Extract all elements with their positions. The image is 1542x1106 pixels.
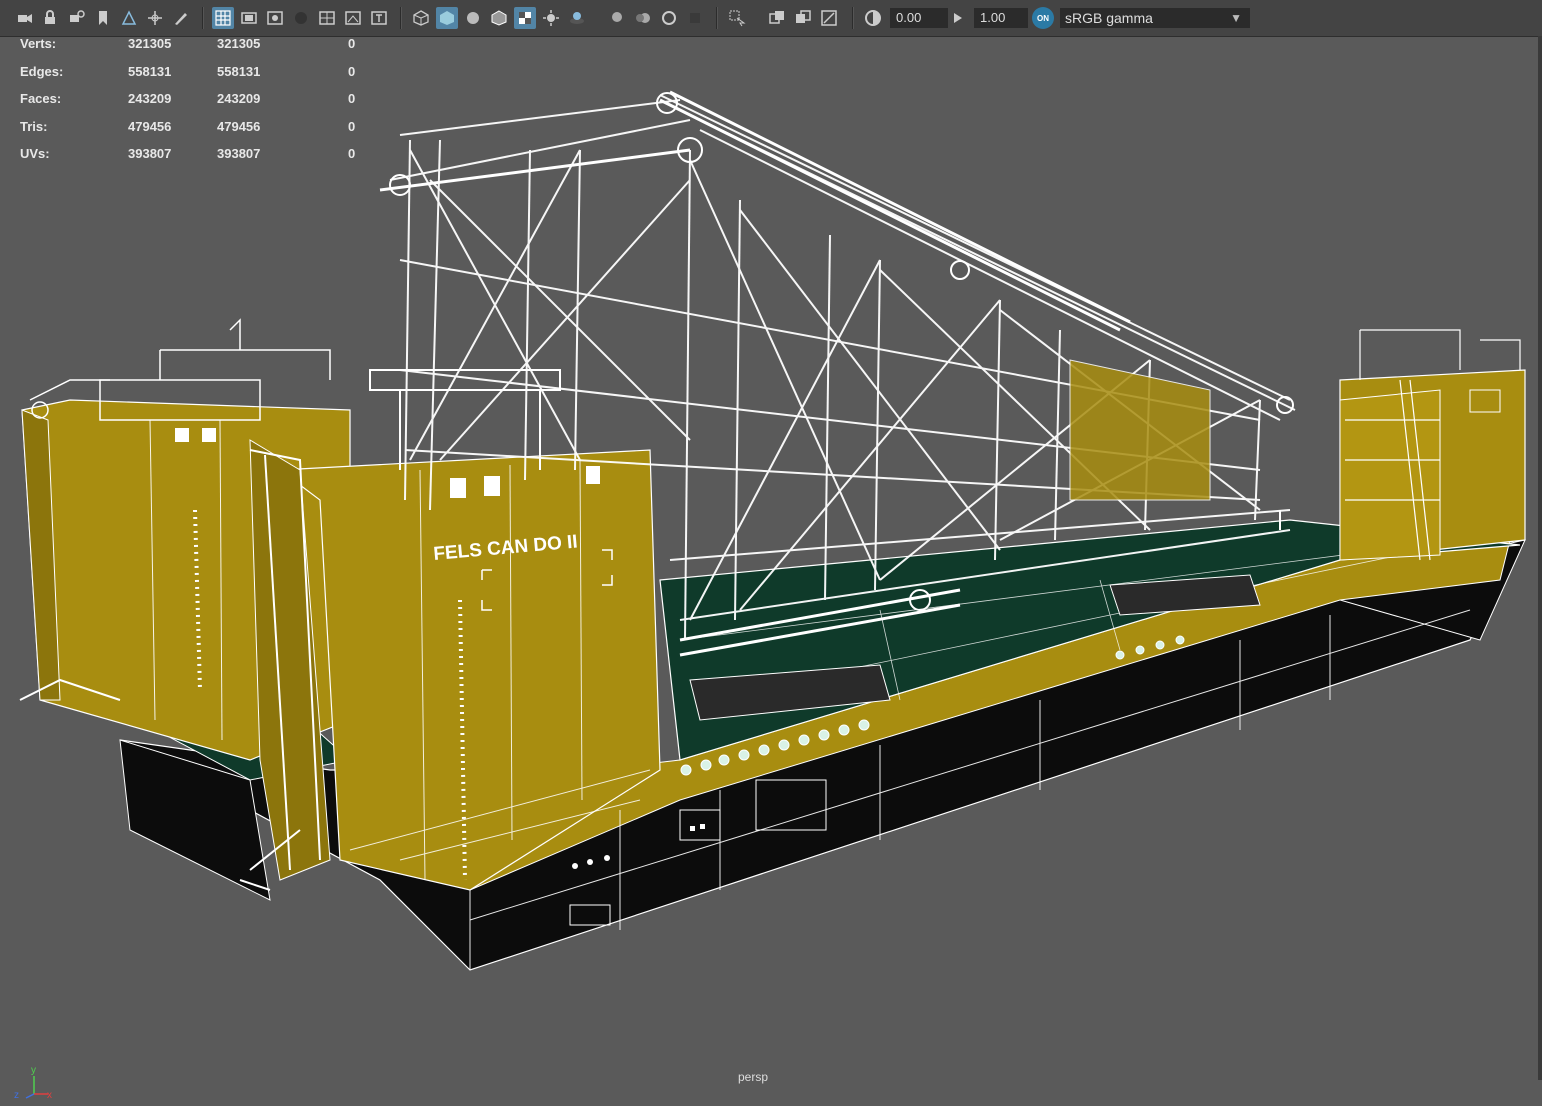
- hud-value: 558131: [217, 64, 261, 79]
- lock-camera-icon[interactable]: [40, 7, 62, 29]
- film-gate-icon[interactable]: [238, 7, 260, 29]
- image-plane-icon[interactable]: [118, 7, 140, 29]
- default-material-icon[interactable]: [462, 7, 484, 29]
- hud-value: 479456: [217, 119, 261, 134]
- resolution-gate-icon[interactable]: [264, 7, 286, 29]
- hud-value: 0: [348, 91, 356, 106]
- ship-model-wireframe: FELS CAN DO II: [19, 90, 1526, 971]
- wireframe-icon[interactable]: [410, 7, 432, 29]
- viewport-border: [1538, 36, 1542, 1080]
- isolate-select-icon[interactable]: [726, 7, 748, 29]
- xray-icon[interactable]: [766, 7, 788, 29]
- hud-value: 393807: [217, 146, 261, 161]
- safe-action-icon[interactable]: [342, 7, 364, 29]
- hud-label: Faces:: [20, 91, 62, 106]
- camera-name-label: persp: [738, 1070, 769, 1084]
- color-management-badge: ON: [1037, 13, 1049, 23]
- smooth-shade-icon[interactable]: [436, 7, 458, 29]
- axis-y-label: y: [31, 1065, 36, 1076]
- hud-label: UVs:: [20, 146, 50, 161]
- grid-icon[interactable]: [212, 7, 234, 29]
- color-space-label: sRGB gamma: [1065, 10, 1153, 26]
- xray-active-components-icon[interactable]: [792, 7, 814, 29]
- hud-value: 0: [348, 36, 356, 51]
- hud-row-tris: Tris: 479456 479456 0: [20, 119, 380, 139]
- bookmark-icon[interactable]: [92, 7, 114, 29]
- exposure-icon[interactable]: [862, 7, 884, 29]
- screen-space-ao-icon[interactable]: [606, 7, 628, 29]
- color-management-toggle[interactable]: ON: [1032, 7, 1054, 29]
- hud-value: 558131: [128, 64, 172, 79]
- select-camera-icon[interactable]: [14, 7, 36, 29]
- safe-title-icon[interactable]: [368, 7, 390, 29]
- gamma-field[interactable]: 1.00: [974, 8, 1028, 28]
- chevron-down-icon: ▼: [1230, 11, 1242, 25]
- exposure-field[interactable]: 0.00: [890, 8, 948, 28]
- hud-label: Edges:: [20, 64, 64, 79]
- axis-x-label: x: [47, 1090, 52, 1101]
- hud-value: 243209: [128, 91, 172, 106]
- hud-row-uvs: UVs: 393807 393807 0: [20, 146, 380, 166]
- xray-joints-icon[interactable]: [818, 7, 840, 29]
- textured-icon[interactable]: [514, 7, 536, 29]
- viewport-toolbar: 0.00 1.00 ON sRGB gamma ▼: [0, 0, 1542, 37]
- shadows-icon[interactable]: [566, 7, 588, 29]
- hud-row-edges: Edges: 558131 558131 0: [20, 64, 380, 84]
- grease-pencil-icon[interactable]: [170, 7, 192, 29]
- hud-value: 479456: [128, 119, 172, 134]
- wireframe-on-shaded-icon[interactable]: [488, 7, 510, 29]
- 2d-pan-zoom-icon[interactable]: [144, 7, 166, 29]
- hud-value: 321305: [217, 36, 261, 51]
- anti-aliasing-icon[interactable]: [658, 7, 680, 29]
- depth-of-field-icon[interactable]: [684, 7, 706, 29]
- field-chart-icon[interactable]: [316, 7, 338, 29]
- 3d-viewport[interactable]: FELS CAN DO II y z x: [0, 36, 1542, 1101]
- use-all-lights-icon[interactable]: [540, 7, 562, 29]
- hud-row-verts: Verts: 321305 321305 0: [20, 36, 380, 56]
- camera-attributes-icon[interactable]: [66, 7, 88, 29]
- color-space-dropdown[interactable]: sRGB gamma ▼: [1060, 8, 1250, 28]
- hud-label: Tris:: [20, 119, 48, 134]
- axis-z-label: z: [14, 1090, 19, 1101]
- hud-value: 0: [348, 146, 356, 161]
- hud-label: Verts:: [20, 36, 57, 51]
- hud-value: 393807: [128, 146, 172, 161]
- hud-value: 243209: [217, 91, 261, 106]
- hud-value: 321305: [128, 36, 172, 51]
- hud-value: 0: [348, 119, 356, 134]
- gamma-icon[interactable]: [948, 7, 970, 29]
- gate-mask-icon[interactable]: [290, 7, 312, 29]
- motion-blur-icon[interactable]: [632, 7, 654, 29]
- axis-gizmo: y z x: [12, 1062, 56, 1106]
- hud-value: 0: [348, 64, 356, 79]
- hud-row-faces: Faces: 243209 243209 0: [20, 91, 380, 111]
